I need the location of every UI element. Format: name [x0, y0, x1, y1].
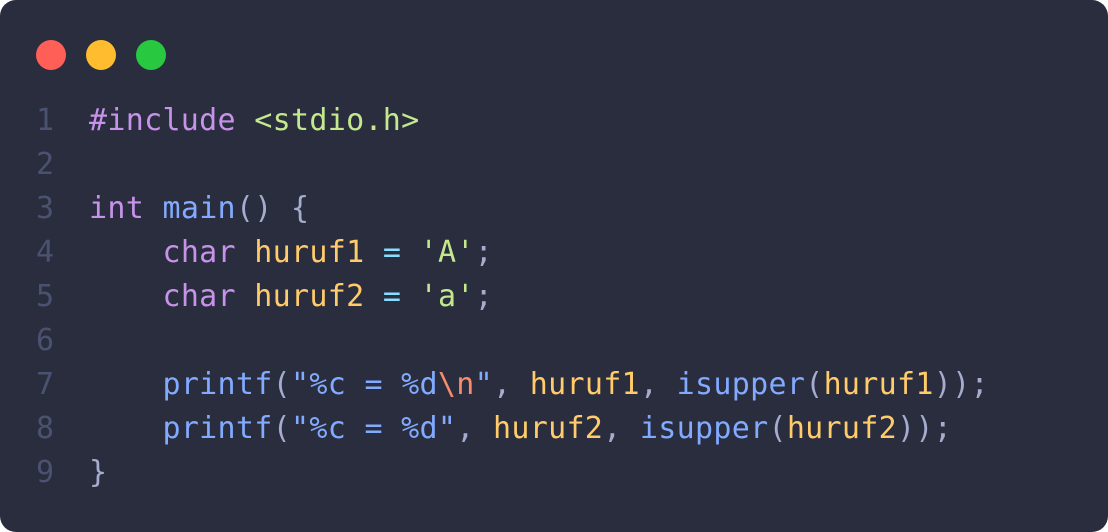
- maximize-dot-icon[interactable]: [136, 40, 166, 70]
- code-token-punctuation: ,: [493, 367, 530, 402]
- code-line: 9}: [0, 451, 1108, 495]
- code-token-default: [236, 235, 254, 270]
- code-token-default: [89, 279, 162, 314]
- code-token-string: <stdio.h>: [254, 103, 420, 138]
- code-token-escape: \n: [437, 367, 475, 402]
- code-token-default: [236, 103, 254, 138]
- code-token-function: "%c = %d": [291, 411, 457, 446]
- line-number: 5: [36, 279, 55, 314]
- code-block: 1 #include <stdio.h> 2 3 int main() {4 char …: [0, 99, 1108, 495]
- line-source: printf("%c = %d", huruf2, isupper(huruf2…: [89, 407, 952, 451]
- close-dot-icon[interactable]: [36, 40, 66, 70]
- code-token-default: [236, 279, 254, 314]
- line-source: char huruf2 = 'a';: [89, 275, 493, 319]
- code-token-function: printf: [162, 411, 273, 446]
- code-token-default: [364, 279, 382, 314]
- code-line: 2: [0, 143, 1108, 187]
- code-token-default: [401, 235, 419, 270]
- code-token-punctuation: ,: [456, 411, 493, 446]
- line-source: int main() {: [89, 187, 309, 231]
- code-token-punctuation: ;: [474, 279, 494, 314]
- code-token-function: isupper: [676, 367, 806, 402]
- code-token-variable: huruf1: [529, 367, 640, 402]
- code-token-keyword: int: [89, 191, 145, 226]
- code-token-default: [89, 235, 162, 270]
- code-token-function: "%c = %d: [291, 367, 438, 402]
- code-token-default: [89, 367, 162, 402]
- code-line: 1 #include <stdio.h>: [0, 99, 1108, 143]
- code-token-punctuation: () {: [235, 191, 310, 226]
- code-token-variable: huruf1: [823, 367, 934, 402]
- code-line: 6: [0, 319, 1108, 363]
- code-token-function: ": [474, 367, 494, 402]
- line-number: 3: [36, 191, 55, 226]
- code-token-operator: =: [382, 235, 402, 270]
- code-token-default: [89, 411, 162, 446]
- code-token-function: isupper: [639, 411, 769, 446]
- code-line: 4 char huruf1 = 'A';: [0, 231, 1108, 275]
- code-line: 3 int main() {: [0, 187, 1108, 231]
- code-token-function: printf: [162, 367, 273, 402]
- code-token-variable: huruf2: [254, 279, 365, 314]
- code-token-variable: huruf2: [786, 411, 897, 446]
- code-token-keyword: char: [162, 235, 236, 270]
- line-number: 1: [36, 103, 55, 138]
- line-number: 4: [36, 235, 55, 270]
- line-source: }: [89, 451, 107, 495]
- code-token-punctuation: (: [272, 367, 291, 402]
- code-token-punctuation: ,: [603, 411, 640, 446]
- code-token-operator: =: [382, 279, 402, 314]
- code-token-string: 'A': [419, 235, 475, 270]
- line-source: printf("%c = %d\n", huruf1, isupper(huru…: [89, 363, 989, 407]
- code-token-keyword: #include: [89, 103, 236, 138]
- code-token-punctuation: ;: [474, 235, 494, 270]
- code-line: 8 printf("%c = %d", huruf2, isupper(huru…: [0, 407, 1108, 451]
- line-number: 9: [36, 455, 55, 490]
- code-token-punctuation: ,: [639, 367, 677, 402]
- minimize-dot-icon[interactable]: [86, 40, 116, 70]
- line-number: 2: [36, 147, 55, 182]
- code-token-string: 'a': [419, 279, 475, 314]
- code-token-default: [144, 191, 162, 226]
- code-line: 7 printf("%c = %d\n", huruf1, isupper(hu…: [0, 363, 1108, 407]
- code-window: 1 #include <stdio.h> 2 3 int main() {4 char …: [0, 0, 1108, 532]
- code-token-punctuation: ));: [896, 411, 953, 446]
- code-token-variable: huruf2: [493, 411, 604, 446]
- code-token-keyword: char: [162, 279, 236, 314]
- code-token-punctuation: ));: [933, 367, 989, 402]
- line-number: 6: [36, 323, 55, 358]
- code-token-default: [401, 279, 419, 314]
- line-source: char huruf1 = 'A';: [89, 231, 493, 275]
- code-token-default: [364, 235, 382, 270]
- code-line: 5 char huruf2 = 'a';: [0, 275, 1108, 319]
- code-token-punctuation: (: [768, 411, 787, 446]
- line-source: #include <stdio.h>: [89, 99, 420, 143]
- code-token-punctuation: (: [272, 411, 291, 446]
- code-token-variable: huruf1: [254, 235, 365, 270]
- code-token-function: main: [162, 191, 236, 226]
- line-number: 8: [36, 411, 55, 446]
- code-token-punctuation: }: [89, 455, 108, 490]
- line-number: 7: [36, 367, 55, 402]
- code-token-punctuation: (: [805, 367, 824, 402]
